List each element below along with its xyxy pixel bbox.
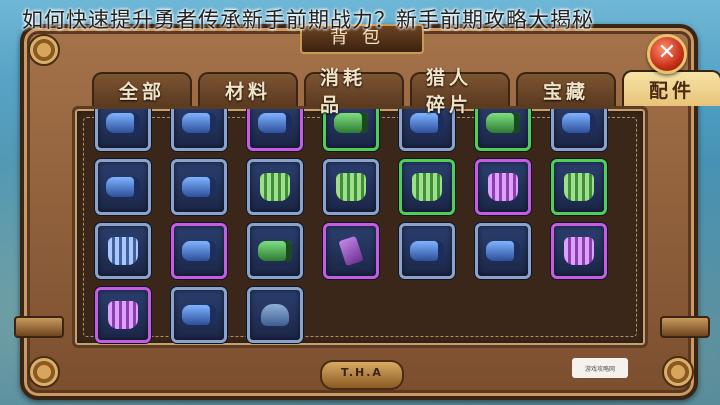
armor-purple-icon (106, 298, 140, 332)
armor-green-icon (410, 170, 444, 204)
cannon-blue-icon (486, 234, 520, 268)
armor-green-icon (258, 170, 292, 204)
item-slot[interactable] (475, 159, 531, 215)
radio-purple-icon (334, 234, 368, 268)
item-slot[interactable] (247, 287, 303, 343)
gear-ornament-icon (28, 34, 60, 66)
cannon-blue-icon (562, 109, 596, 140)
tab-0[interactable]: 全部 (92, 72, 192, 106)
item-slot[interactable] (551, 109, 607, 151)
gear-ornament-icon (662, 356, 694, 388)
item-slot[interactable] (95, 223, 151, 279)
item-slot[interactable] (247, 159, 303, 215)
armor-purple-icon (562, 234, 596, 268)
cannon-purple-icon (258, 109, 292, 140)
cannon-blue-icon (182, 109, 216, 140)
item-slot[interactable] (551, 159, 607, 215)
item-slot[interactable] (247, 109, 303, 151)
item-slot[interactable] (171, 223, 227, 279)
armor-green-icon (334, 170, 368, 204)
article-caption: 如何快速提升勇者传承新手前期战力？新手前期攻略大揭秘 (22, 8, 594, 32)
item-slot[interactable] (399, 159, 455, 215)
category-tabs: 全部 材料 消耗品 猎人碎片 宝藏 配件 (92, 67, 720, 116)
item-slot[interactable] (171, 159, 227, 215)
gear-ornament-icon (28, 356, 60, 388)
item-slot[interactable] (475, 223, 531, 279)
armor-green-icon (562, 170, 596, 204)
tab-4[interactable]: 宝藏 (516, 72, 616, 106)
watermark: 游戏攻略网 (572, 358, 628, 378)
tab-1[interactable]: 材料 (198, 72, 298, 106)
cannon-blue-icon (410, 234, 444, 268)
close-button[interactable]: ✕ (647, 34, 687, 74)
armor-blue-icon (106, 234, 140, 268)
cannon-blue-icon (106, 109, 140, 140)
item-slot[interactable] (95, 109, 151, 151)
hinge-left (14, 316, 64, 338)
item-slot[interactable] (171, 287, 227, 343)
item-slot[interactable] (171, 109, 227, 151)
tab-2[interactable]: 消耗品 (304, 67, 404, 116)
cannon-purple-icon (182, 234, 216, 268)
item-slot[interactable] (95, 287, 151, 343)
cannon-blue-icon (106, 170, 140, 204)
hinge-right (660, 316, 710, 338)
item-slot[interactable] (399, 223, 455, 279)
item-slot[interactable] (247, 223, 303, 279)
cannon-green-icon (258, 234, 292, 268)
cannon-blue-icon (182, 298, 216, 332)
mask-blue-icon (258, 298, 292, 332)
cannon-blue-icon (182, 170, 216, 204)
armor-purple-icon (486, 170, 520, 204)
item-slot[interactable] (323, 223, 379, 279)
inventory-panel (72, 106, 648, 348)
item-slot[interactable] (551, 223, 607, 279)
item-slot[interactable] (95, 159, 151, 215)
tab-5[interactable]: 配件 (622, 70, 720, 106)
tab-3[interactable]: 猎人碎片 (410, 67, 510, 116)
item-slot[interactable] (323, 159, 379, 215)
bottom-emblem: T.H.A (320, 360, 404, 390)
